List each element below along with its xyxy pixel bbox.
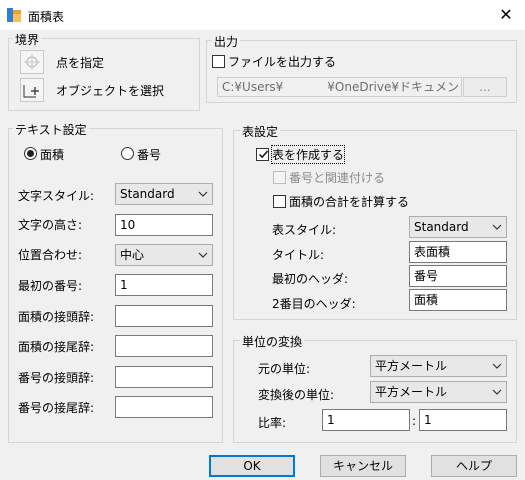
first-header-input[interactable]: 番号 [409, 265, 507, 287]
number-suffix-label: 番号の接尾辞: [18, 401, 95, 415]
output-path-suffix: ¥OneDrive¥ドキュメント¥Drawir [327, 80, 461, 94]
first-header-label: 最初のヘッダ: [272, 272, 349, 286]
number-prefix-label: 番号の接頭辞: [18, 371, 95, 385]
chevron-down-icon [492, 385, 502, 399]
select-object-icon [23, 85, 39, 98]
table-style-select[interactable]: Standard [409, 216, 507, 238]
target-unit-value: 平方メートル [375, 385, 448, 399]
output-to-file-label[interactable]: ファイルを出力する [228, 53, 336, 70]
cancel-button[interactable]: キャンセル [320, 455, 406, 477]
source-unit-label: 元の単位: [258, 362, 311, 376]
window-title: 面積表 [28, 10, 65, 24]
table-title-input[interactable]: 表面積 [409, 241, 507, 263]
second-header-label: 2番目のヘッダ: [272, 297, 356, 311]
target-unit-label: 変換後の単位: [258, 388, 335, 402]
table-style-value: Standard [414, 220, 469, 234]
table-style-label: 表スタイル: [272, 223, 337, 237]
select-object-label: オブジェクトを選択 [56, 84, 165, 98]
calc-total-checkbox[interactable] [273, 195, 286, 208]
table-title-label: タイトル: [272, 248, 325, 262]
ratio-separator: : [412, 414, 417, 428]
text-style-label: 文字スタイル: [18, 189, 95, 203]
text-height-label: 文字の高さ: [18, 218, 83, 232]
text-style-select[interactable]: Standard [115, 183, 213, 205]
area-prefix-label: 面積の接頭辞: [18, 310, 95, 324]
text-settings-legend: テキスト設定 [13, 121, 89, 138]
target-unit-select[interactable]: 平方メートル [370, 381, 507, 403]
alignment-label: 位置合わせ: [18, 248, 83, 262]
app-icon [7, 8, 21, 22]
close-button[interactable]: ✕ [494, 4, 518, 26]
second-header-input[interactable]: 面積 [409, 289, 507, 311]
pick-point-label: 点を指定 [56, 56, 105, 70]
create-table-checkbox[interactable] [256, 148, 269, 161]
output-legend: 出力 [212, 33, 241, 50]
radio-area[interactable] [24, 147, 37, 160]
area-prefix-input[interactable] [115, 305, 213, 327]
ok-button[interactable]: OK [209, 455, 295, 477]
alignment-value: 中心 [120, 248, 145, 262]
help-button[interactable]: ヘルプ [431, 455, 517, 477]
output-to-file-checkbox[interactable] [212, 55, 225, 68]
source-unit-select[interactable]: 平方メートル [370, 355, 507, 377]
output-path-prefix: C:¥Users¥ [222, 80, 284, 94]
area-suffix-input[interactable] [115, 335, 213, 357]
checkmark-icon [258, 150, 269, 159]
select-object-button[interactable] [20, 78, 44, 102]
link-number-checkbox[interactable] [273, 171, 286, 184]
unit-conversion-legend: 単位の変換 [240, 333, 305, 350]
chevron-down-icon [198, 187, 208, 201]
number-prefix-input[interactable] [115, 366, 213, 388]
chevron-down-icon [492, 359, 502, 373]
ratio-left-input[interactable]: 1 [322, 409, 410, 431]
table-settings-legend: 表設定 [240, 123, 281, 140]
pick-point-button[interactable] [20, 50, 44, 74]
create-table-label[interactable]: 表を作成する [270, 145, 346, 164]
text-height-input[interactable]: 10 [115, 214, 213, 236]
boundary-legend: 境界 [13, 31, 42, 48]
calc-total-label[interactable]: 面積の合計を計算する [289, 193, 409, 210]
first-number-label: 最初の番号: [18, 279, 83, 293]
text-style-value: Standard [120, 187, 175, 201]
browse-button[interactable]: ... [463, 77, 507, 97]
alignment-select[interactable]: 中心 [115, 244, 213, 266]
radio-number-label[interactable]: 番号 [137, 146, 161, 163]
chevron-down-icon [198, 248, 208, 262]
number-suffix-input[interactable] [115, 396, 213, 418]
ratio-label: 比率: [258, 416, 287, 430]
link-number-label[interactable]: 番号と関連付ける [289, 169, 385, 186]
chevron-down-icon [492, 220, 502, 234]
output-path-field: C:¥Users¥ ¥OneDrive¥ドキュメント¥Drawir [217, 77, 462, 97]
radio-number[interactable] [121, 147, 134, 160]
area-suffix-label: 面積の接尾辞: [18, 340, 95, 354]
title-bar [0, 0, 525, 30]
source-unit-value: 平方メートル [375, 359, 448, 373]
radio-area-label[interactable]: 面積 [40, 146, 64, 163]
first-number-input[interactable]: 1 [115, 274, 213, 296]
pick-point-icon [24, 54, 40, 70]
ratio-right-input[interactable]: 1 [419, 409, 507, 431]
